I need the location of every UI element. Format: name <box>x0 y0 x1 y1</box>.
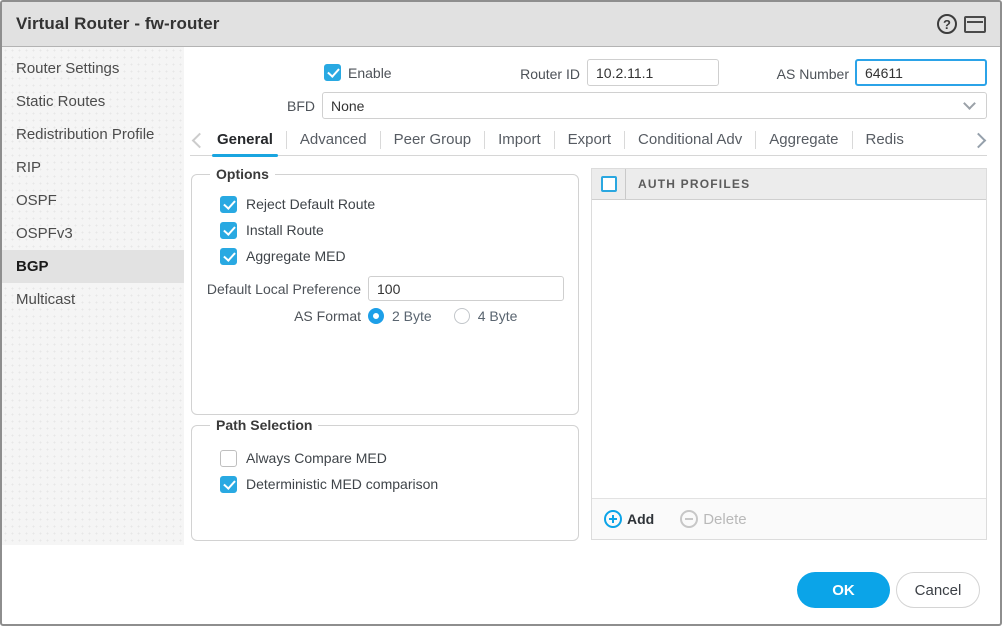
cancel-button[interactable]: Cancel <box>896 572 980 608</box>
tab-separator <box>755 131 756 149</box>
path-selection-panel: Path Selection Always Compare MED Determ… <box>191 417 579 541</box>
add-button[interactable]: Add <box>604 510 654 528</box>
as-format-2byte-option: 2 Byte <box>368 308 432 324</box>
as-format-4byte-radio[interactable] <box>454 308 470 324</box>
add-label: Add <box>627 511 654 527</box>
as-format-label: AS Format <box>204 308 368 324</box>
tab-separator <box>554 131 555 149</box>
auth-profiles-body <box>592 200 986 498</box>
tab-separator <box>484 131 485 149</box>
install-route-label: Install Route <box>246 222 324 238</box>
deterministic-med-checkbox[interactable] <box>220 476 237 493</box>
sidebar-item-redistribution-profile[interactable]: Redistribution Profile <box>2 118 184 151</box>
tab-import[interactable]: Import <box>498 124 541 155</box>
ok-button[interactable]: OK <box>797 572 890 608</box>
router-id-label: Router ID <box>500 66 580 82</box>
as-format-4byte-label: 4 Byte <box>478 308 518 324</box>
auth-profiles-table: AUTH PROFILES Add Delete <box>591 168 987 540</box>
tab-separator <box>286 131 287 149</box>
titlebar: Virtual Router - fw-router ? <box>2 2 1000 47</box>
delete-button[interactable]: Delete <box>680 510 746 528</box>
default-local-preference-row: Default Local Preference <box>204 276 566 301</box>
install-route-checkbox[interactable] <box>220 222 237 239</box>
window-dock-icon[interactable] <box>964 16 986 33</box>
sidebar-item-router-settings[interactable]: Router Settings <box>2 52 184 85</box>
always-compare-med-checkbox[interactable] <box>220 450 237 467</box>
deterministic-med-label: Deterministic MED comparison <box>246 476 438 492</box>
delete-label: Delete <box>703 511 746 528</box>
enable-group: Enable <box>324 64 392 81</box>
tab-scroll-right-icon[interactable] <box>973 133 987 147</box>
tab-separator <box>624 131 625 149</box>
add-plus-icon <box>604 510 622 528</box>
tab-export[interactable]: Export <box>568 124 611 155</box>
as-format-4byte-option: 4 Byte <box>454 308 518 324</box>
tab-separator <box>380 131 381 149</box>
router-id-input[interactable] <box>587 59 719 86</box>
tab-scroll-left-icon[interactable] <box>190 133 204 147</box>
enable-label: Enable <box>348 65 392 81</box>
reject-default-route-label: Reject Default Route <box>246 196 375 212</box>
tab-general[interactable]: General <box>217 124 273 155</box>
dialog-title: Virtual Router - fw-router <box>16 14 219 34</box>
sidebar-item-ospf[interactable]: OSPF <box>2 184 184 217</box>
auth-profiles-footer: Add Delete <box>592 498 986 539</box>
bfd-selected-value: None <box>331 98 364 114</box>
options-legend: Options <box>210 166 275 182</box>
aggregate-med-label: Aggregate MED <box>246 248 346 264</box>
virtual-router-dialog: Virtual Router - fw-router ? Router Sett… <box>0 0 1002 626</box>
deterministic-med-row: Deterministic MED comparison <box>220 471 566 497</box>
options-panel: Options Reject Default Route Install Rou… <box>191 166 579 415</box>
sidebar-item-rip[interactable]: RIP <box>2 151 184 184</box>
tab-peer-group[interactable]: Peer Group <box>394 124 472 155</box>
auth-profiles-header: AUTH PROFILES <box>592 169 986 200</box>
select-all-checkbox[interactable] <box>601 176 617 192</box>
tab-conditional-adv[interactable]: Conditional Adv <box>638 124 742 155</box>
auth-profiles-column-header: AUTH PROFILES <box>626 169 750 199</box>
as-format-row: AS Format 2 Byte 4 Byte <box>204 308 566 324</box>
tab-strip: General Advanced Peer Group Import Expor… <box>190 124 987 156</box>
help-icon[interactable]: ? <box>937 14 957 34</box>
aggregate-med-row: Aggregate MED <box>220 243 566 269</box>
tab-aggregate[interactable]: Aggregate <box>769 124 838 155</box>
path-selection-legend: Path Selection <box>210 417 318 433</box>
bfd-dropdown[interactable]: None <box>322 92 987 119</box>
bfd-label: BFD <box>270 98 315 114</box>
sidebar-item-bgp[interactable]: BGP <box>2 250 184 283</box>
sidebar: Router Settings Static Routes Redistribu… <box>2 47 184 545</box>
enable-checkbox[interactable] <box>324 64 341 81</box>
as-format-2byte-label: 2 Byte <box>392 308 432 324</box>
as-number-input[interactable] <box>855 59 987 86</box>
default-local-preference-input[interactable] <box>368 276 564 301</box>
install-route-row: Install Route <box>220 217 566 243</box>
tab-advanced[interactable]: Advanced <box>300 124 367 155</box>
aggregate-med-checkbox[interactable] <box>220 248 237 265</box>
titlebar-icons: ? <box>937 14 986 34</box>
sidebar-item-static-routes[interactable]: Static Routes <box>2 85 184 118</box>
reject-default-route-checkbox[interactable] <box>220 196 237 213</box>
tab-redist[interactable]: Redis <box>866 124 904 155</box>
always-compare-med-row: Always Compare MED <box>220 445 566 471</box>
sidebar-item-multicast[interactable]: Multicast <box>2 283 184 316</box>
default-local-preference-label: Default Local Preference <box>204 281 368 297</box>
reject-default-route-row: Reject Default Route <box>220 191 566 217</box>
chevron-down-icon <box>963 97 976 110</box>
as-format-2byte-radio[interactable] <box>368 308 384 324</box>
sidebar-item-ospfv3[interactable]: OSPFv3 <box>2 217 184 250</box>
delete-minus-icon <box>680 510 698 528</box>
tab-separator <box>852 131 853 149</box>
always-compare-med-label: Always Compare MED <box>246 450 387 466</box>
select-all-column <box>592 169 626 199</box>
as-number-label: AS Number <box>770 66 849 82</box>
